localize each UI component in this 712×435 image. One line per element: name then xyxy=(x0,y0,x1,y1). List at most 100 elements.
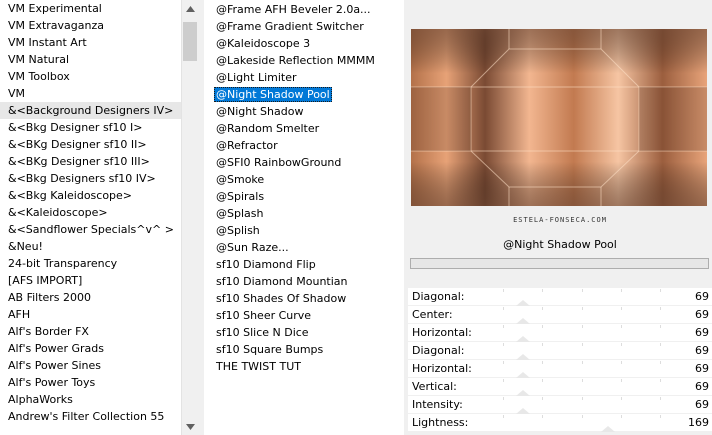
slider-tick xyxy=(581,325,583,328)
slider-handle[interactable] xyxy=(600,426,615,432)
parameter-row[interactable]: Vertical: 69 xyxy=(408,378,712,396)
scrollbar-thumb[interactable] xyxy=(183,22,197,61)
category-list[interactable]: VM Experimental VM Extravaganza VM Instant… xyxy=(0,0,181,435)
filter-item[interactable]: @Lakeside Reflection MMMM xyxy=(204,52,404,69)
parameter-slider[interactable] xyxy=(464,324,682,342)
filter-item-label: @Kaleidoscope 3 xyxy=(216,37,311,50)
filter-item[interactable]: @SFI0 RainbowGround xyxy=(204,154,404,171)
parameter-slider[interactable] xyxy=(464,414,682,432)
parameter-row[interactable]: Lightness: 169 xyxy=(408,414,712,432)
category-item[interactable]: VM Natural xyxy=(0,51,181,68)
filter-item[interactable]: @Light Limiter xyxy=(204,69,404,86)
filter-item[interactable]: sf10 Square Bumps xyxy=(204,341,404,358)
filter-item[interactable]: sf10 Sheer Curve xyxy=(204,307,404,324)
slider-tick xyxy=(660,343,662,346)
filter-item[interactable]: @Random Smelter xyxy=(204,120,404,137)
category-item[interactable]: [AFS IMPORT] xyxy=(0,272,181,289)
category-item[interactable]: Alf's Power Grads xyxy=(0,340,181,357)
filter-item[interactable]: sf10 Shades Of Shadow xyxy=(204,290,404,307)
filter-item-label: @Refractor xyxy=(216,139,278,152)
filter-list[interactable]: @Frame AFH Beveler 2.0a... @Frame Gradien… xyxy=(204,0,404,435)
parameter-slider[interactable] xyxy=(464,288,682,306)
parameter-row[interactable]: Diagonal: 69 xyxy=(408,342,712,360)
filter-item[interactable]: @Smoke xyxy=(204,171,404,188)
filter-item[interactable]: @Spirals xyxy=(204,188,404,205)
category-item[interactable]: 24-bit Transparency xyxy=(0,255,181,272)
category-item[interactable]: VM Experimental xyxy=(0,0,181,17)
category-item[interactable]: &<Background Designers IV> xyxy=(0,102,181,119)
parameter-row[interactable]: Diagonal: 69 xyxy=(408,288,712,306)
filter-item-label: @Frame Gradient Switcher xyxy=(216,20,364,33)
filter-item-label: @SFI0 RainbowGround xyxy=(216,156,342,169)
filter-item[interactable]: @Night Shadow xyxy=(204,103,404,120)
category-item[interactable]: &Neu! xyxy=(0,238,181,255)
filter-item[interactable]: @Frame AFH Beveler 2.0a... xyxy=(204,1,404,18)
slider-tick xyxy=(660,289,662,292)
slider-tick xyxy=(542,289,544,292)
parameter-row[interactable]: Horizontal: 69 xyxy=(408,324,712,342)
scroll-up-icon[interactable] xyxy=(182,0,199,17)
category-item[interactable]: &<Sandflower Specials^v^ > xyxy=(0,221,181,238)
slider-tick xyxy=(542,325,544,328)
parameter-slider[interactable] xyxy=(464,342,682,360)
category-item[interactable]: VM Toolbox xyxy=(0,68,181,85)
parameter-row[interactable]: Center: 69 xyxy=(408,306,712,324)
parameter-value: 69 xyxy=(695,326,709,339)
category-item[interactable]: Alf's Border FX xyxy=(0,323,181,340)
category-item[interactable]: VM xyxy=(0,85,181,102)
category-item[interactable]: AB Filters 2000 xyxy=(0,289,181,306)
slider-tick xyxy=(503,415,505,418)
slider-tick xyxy=(620,343,622,346)
filter-item[interactable]: sf10 Diamond Flip xyxy=(204,256,404,273)
filter-item[interactable]: @Night Shadow Pool xyxy=(204,86,404,103)
category-item[interactable]: AFH xyxy=(0,306,181,323)
parameter-sliders: Diagonal: 69 Center: 69 Horizontal: 69 Diagona… xyxy=(408,288,712,432)
category-scrollbar[interactable] xyxy=(181,0,198,435)
category-item[interactable]: &<Kaleidoscope> xyxy=(0,204,181,221)
filter-item-label: sf10 Diamond Mountian xyxy=(216,275,348,288)
slider-tick xyxy=(620,379,622,382)
filter-item-label: sf10 Diamond Flip xyxy=(216,258,316,271)
parameter-value: 69 xyxy=(695,290,709,303)
scroll-down-icon[interactable] xyxy=(182,418,199,435)
filter-item[interactable]: sf10 Slice N Dice xyxy=(204,324,404,341)
category-item[interactable]: &<Bkg Designers sf10 IV> xyxy=(0,170,181,187)
preview-image xyxy=(411,29,707,206)
filter-item[interactable]: @Sun Raze... xyxy=(204,239,404,256)
slider-tick xyxy=(503,343,505,346)
category-item[interactable]: &<BKg Designer sf10 III> xyxy=(0,153,181,170)
category-item[interactable]: Alf's Power Sines xyxy=(0,357,181,374)
category-item[interactable]: VM Instant Art xyxy=(0,34,181,51)
category-item[interactable]: &<BKg Designer sf10 II> xyxy=(0,136,181,153)
parameter-value: 69 xyxy=(695,308,709,321)
filter-item-label: @Random Smelter xyxy=(216,122,320,135)
filter-item-label: @Lakeside Reflection MMMM xyxy=(216,54,375,67)
slider-tick xyxy=(503,325,505,328)
filter-item[interactable]: @Splish xyxy=(204,222,404,239)
filter-item-label: @Sun Raze... xyxy=(216,241,289,254)
parameter-row[interactable]: Horizontal: 69 xyxy=(408,360,712,378)
category-item[interactable]: &<Bkg Kaleidoscope> xyxy=(0,187,181,204)
category-item[interactable]: VM Extravaganza xyxy=(0,17,181,34)
slider-tick xyxy=(503,379,505,382)
parameter-row[interactable]: Intensity: 69 xyxy=(408,396,712,414)
slider-tick xyxy=(581,397,583,400)
parameter-slider[interactable] xyxy=(464,378,682,396)
parameter-slider[interactable] xyxy=(464,360,682,378)
preview-watermark: ESTELA-FONSECA.COM xyxy=(513,216,607,224)
parameter-slider[interactable] xyxy=(464,306,682,324)
slider-tick xyxy=(581,361,583,364)
filter-item[interactable]: @Frame Gradient Switcher xyxy=(204,18,404,35)
filter-item-label: @Light Limiter xyxy=(216,71,297,84)
filter-item[interactable]: sf10 Diamond Mountian xyxy=(204,273,404,290)
category-item[interactable]: AlphaWorks xyxy=(0,391,181,408)
category-item[interactable]: &<Bkg Designer sf10 I> xyxy=(0,119,181,136)
filter-item[interactable]: THE TWIST TUT xyxy=(204,358,404,375)
category-item[interactable]: Alf's Power Toys xyxy=(0,374,181,391)
filter-item[interactable]: @Refractor xyxy=(204,137,404,154)
filter-item[interactable]: @Splash xyxy=(204,205,404,222)
category-item[interactable]: Andrew's Filter Collection 55 xyxy=(0,408,181,425)
parameter-slider[interactable] xyxy=(464,396,682,414)
filter-item[interactable]: @Kaleidoscope 3 xyxy=(204,35,404,52)
slider-tick xyxy=(660,379,662,382)
